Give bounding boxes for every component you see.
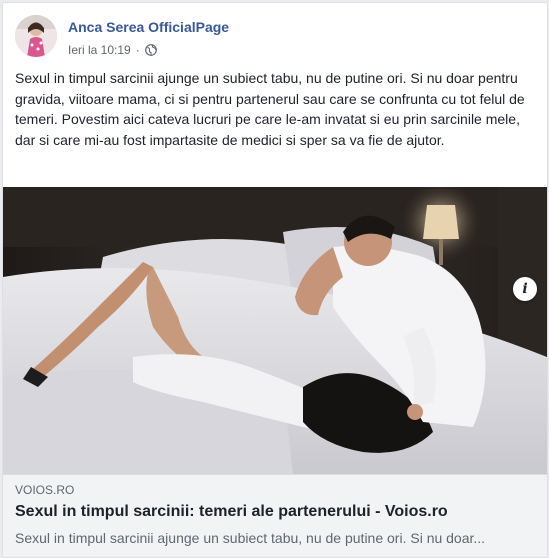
link-preview-image[interactable] <box>3 187 547 474</box>
post-meta: Ieri la 10:19 · <box>68 43 157 57</box>
link-preview-card[interactable]: VOIOS.RO Sexul in timpul sarcinii: temer… <box>3 474 547 557</box>
avatar[interactable] <box>15 15 57 57</box>
author-name[interactable]: Anca Serea OfficialPage <box>68 19 229 35</box>
info-button[interactable]: i <box>513 277 537 301</box>
feed-post: Anca Serea OfficialPage Ieri la 10:19 · … <box>2 2 548 558</box>
post-text: Sexul in timpul sarcinii ajunge un subie… <box>15 70 525 148</box>
meta-separator: · <box>135 43 140 57</box>
link-domain: VOIOS.RO <box>15 483 75 497</box>
link-title[interactable]: Sexul in timpul sarcinii: temeri ale par… <box>15 503 535 521</box>
post-header: Anca Serea OfficialPage Ieri la 10:19 · <box>15 15 535 61</box>
post-timestamp[interactable]: Ieri la 10:19 <box>68 43 131 57</box>
link-description: Sexul in timpul sarcinii ajunge un subie… <box>15 530 486 546</box>
globe-icon[interactable] <box>144 44 157 56</box>
